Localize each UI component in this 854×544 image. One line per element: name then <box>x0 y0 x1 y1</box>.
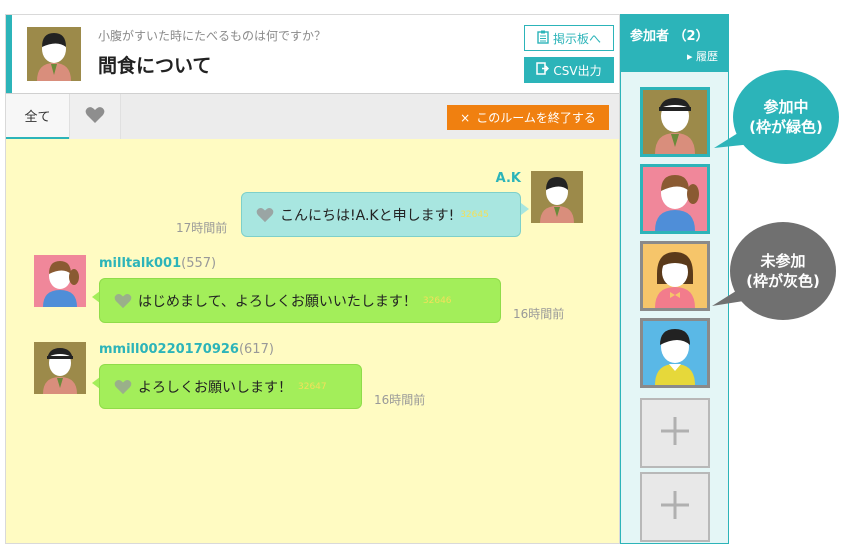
participant-avatar[interactable] <box>640 164 710 234</box>
active-callout-line2: (枠が緑色) <box>749 118 823 136</box>
filter-tabs: 全て × このルームを終了する <box>6 93 619 140</box>
add-participant-button[interactable] <box>640 472 710 542</box>
end-room-label: このルームを終了する <box>476 111 596 125</box>
close-icon: × <box>460 110 471 125</box>
message-text: よろしくお願いします！ <box>138 379 292 396</box>
export-icon <box>536 62 550 78</box>
participants-title: 参加者 （2） <box>630 29 709 44</box>
end-room-button[interactable]: × このルームを終了する <box>447 105 609 130</box>
message-bubble[interactable]: よろしくお願いします！ 32647 <box>99 364 362 409</box>
active-callout-pointer <box>714 128 752 148</box>
message-text: こんにちは!A.Kと申します! <box>280 207 455 224</box>
message-id: 32645 <box>460 209 489 220</box>
bubble-tail <box>521 203 529 215</box>
message-username: A.K <box>495 171 521 186</box>
heart-icon[interactable] <box>114 293 132 309</box>
message-text: はじめまして、よろしくお願いいたします！ <box>138 293 417 310</box>
participants-header: 参加者 （2） ▸ 履歴 <box>621 15 728 72</box>
history-link[interactable]: ▸ 履歴 <box>687 48 718 64</box>
message-bubble[interactable]: はじめまして、よろしくお願いいたします！ 32646 <box>99 278 501 323</box>
heart-icon[interactable] <box>256 207 274 223</box>
message-time: 17時間前 <box>176 221 228 235</box>
csv-export-label: CSV出力 <box>553 63 602 78</box>
message-id: 32647 <box>298 381 327 392</box>
add-participant-button[interactable] <box>640 398 710 468</box>
user-avatar <box>34 255 86 307</box>
chat-room-page: 小腹がすいた時にたべるものは何ですか？ 間食について 掲示板へ CSV出力 全て <box>0 0 854 544</box>
room-header: 小腹がすいた時にたべるものは何ですか？ 間食について 掲示板へ CSV出力 <box>12 15 619 93</box>
participant-avatar[interactable] <box>640 87 710 157</box>
heart-icon <box>85 106 105 128</box>
tab-favorites[interactable] <box>69 94 121 140</box>
inactive-callout-line2: (枠が灰色) <box>746 272 820 290</box>
inactive-callout-pointer <box>712 286 750 306</box>
csv-export-button[interactable]: CSV出力 <box>524 57 614 83</box>
clipboard-icon <box>537 30 549 47</box>
message-id: 32646 <box>422 295 452 306</box>
user-avatar <box>34 342 86 394</box>
plus-icon <box>660 416 690 450</box>
message-username: mmill00220170926(617) <box>99 342 274 357</box>
bulletin-board-label: 掲示板へ <box>552 31 601 46</box>
message-time: 16時間前 <box>513 307 565 321</box>
chat-window: 小腹がすいた時にたべるものは何ですか？ 間食について 掲示板へ CSV出力 全て <box>5 14 620 544</box>
plus-icon <box>660 490 690 524</box>
participant-avatar[interactable] <box>640 318 710 388</box>
tab-all[interactable]: 全て <box>6 94 69 140</box>
active-callout-line1: 参加中 <box>763 97 809 116</box>
message-time: 16時間前 <box>374 393 426 407</box>
message-bubble[interactable]: こんにちは!A.Kと申します! 32645 <box>241 192 521 237</box>
chat-area: A.K こんにちは!A.Kと申します! 32645 17時間前 milltalk… <box>6 139 619 543</box>
room-title: 間食について <box>98 55 212 77</box>
room-owner-avatar <box>27 27 81 81</box>
bulletin-board-button[interactable]: 掲示板へ <box>524 25 614 51</box>
user-avatar <box>531 171 583 223</box>
participant-avatar[interactable] <box>640 241 710 311</box>
participants-panel: 参加者 （2） ▸ 履歴 <box>620 14 729 544</box>
inactive-callout-line1: 未参加 <box>760 251 806 270</box>
heart-icon[interactable] <box>114 379 132 395</box>
message-username: milltalk001(557) <box>99 256 217 271</box>
room-question: 小腹がすいた時にたべるものは何ですか？ <box>98 29 327 43</box>
